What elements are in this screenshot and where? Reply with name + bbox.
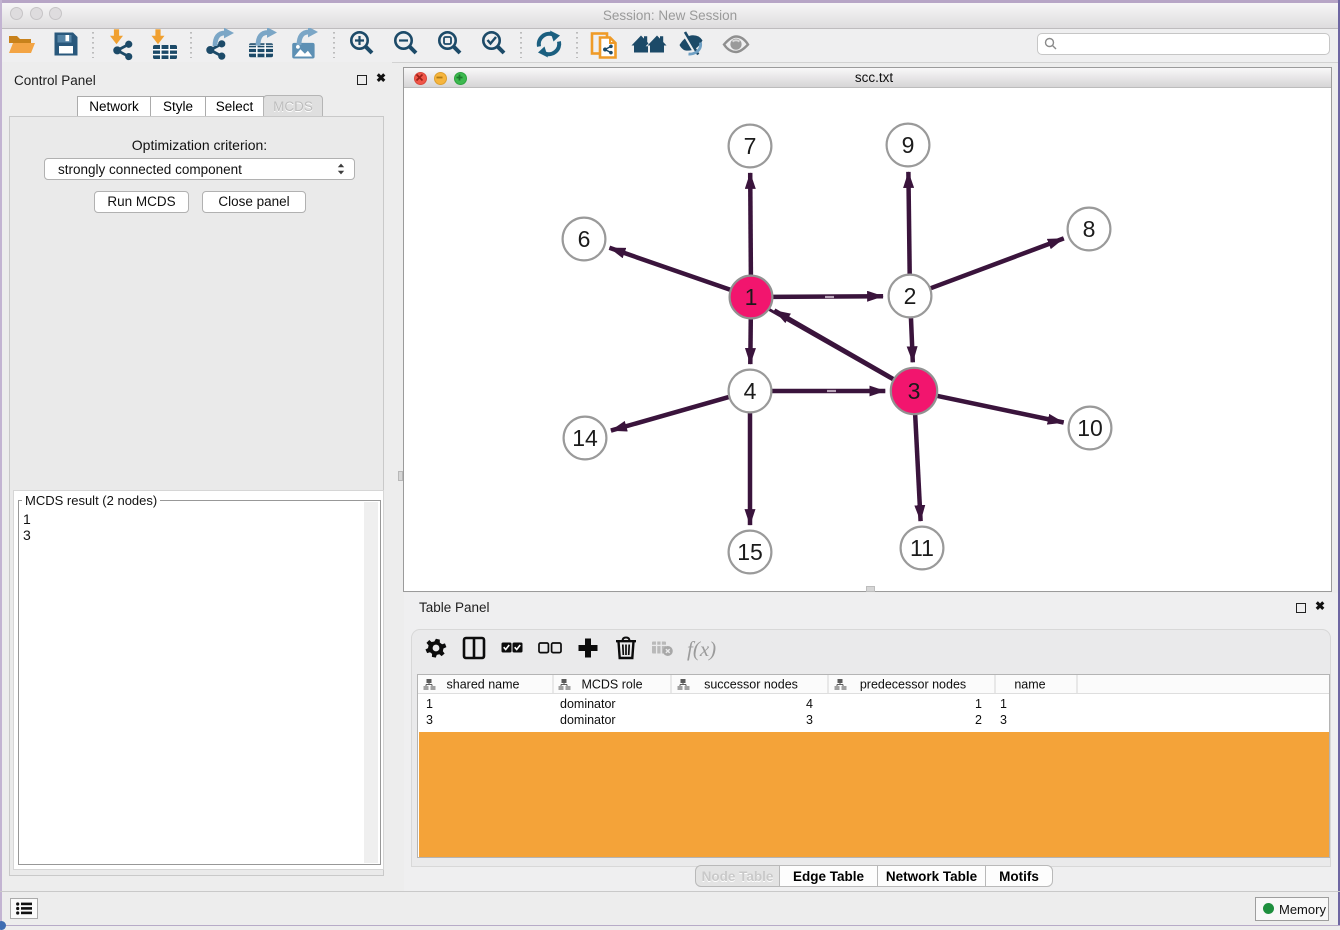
svg-text:4: 4 [744, 378, 757, 404]
svg-text:MCDS role: MCDS role [581, 678, 642, 692]
svg-text:2: 2 [904, 283, 917, 309]
svg-text:4: 4 [806, 697, 813, 711]
svg-text:name: name [1014, 678, 1045, 692]
svg-text:9: 9 [902, 132, 915, 158]
svg-text:dominator: dominator [560, 697, 616, 711]
svg-text:1: 1 [975, 697, 982, 711]
svg-text:3: 3 [426, 713, 433, 727]
svg-text:f(x): f(x) [687, 637, 716, 661]
svg-text:3: 3 [806, 713, 813, 727]
svg-text:2: 2 [975, 713, 982, 727]
svg-text:6: 6 [578, 226, 591, 252]
svg-text:1: 1 [1000, 697, 1007, 711]
svg-text:10: 10 [1077, 415, 1103, 441]
svg-text:7: 7 [744, 133, 757, 159]
svg-text:successor nodes: successor nodes [704, 678, 798, 692]
svg-text:1: 1 [745, 284, 758, 310]
svg-text:15: 15 [737, 539, 763, 565]
svg-text:shared name: shared name [447, 678, 520, 692]
svg-text:11: 11 [910, 535, 934, 561]
svg-text:predecessor nodes: predecessor nodes [860, 678, 966, 692]
svg-text:3: 3 [1000, 713, 1007, 727]
svg-text:dominator: dominator [560, 713, 616, 727]
svg-text:3: 3 [908, 378, 921, 404]
svg-text:1: 1 [426, 697, 433, 711]
svg-text:8: 8 [1083, 216, 1096, 242]
svg-text:14: 14 [572, 425, 598, 451]
